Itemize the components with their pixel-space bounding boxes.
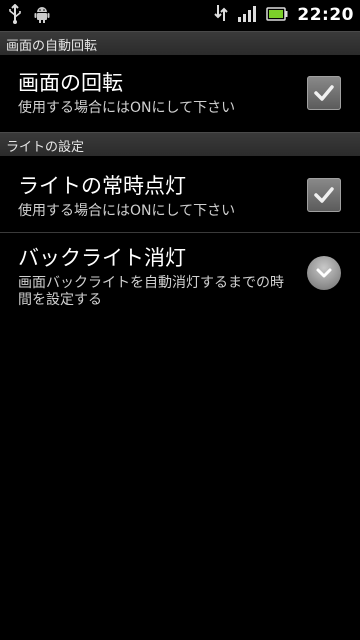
pref-item-backlight-off[interactable]: バックライト消灯 画面バックライトを自動消灯するまでの時間を設定する <box>0 233 360 323</box>
screen-rotation-checkbox[interactable] <box>307 76 341 110</box>
clock: 22:20 <box>297 5 354 25</box>
pref-item-screen-rotation[interactable]: 画面の回転 使用する場合にはONにして下さい <box>0 56 360 132</box>
chevron-down-icon <box>316 268 332 278</box>
pref-title: バックライト消灯 <box>18 246 186 270</box>
android-debug-icon <box>34 5 50 27</box>
status-bar: 22:20 <box>0 0 360 30</box>
battery-icon <box>266 6 288 25</box>
section-header-label: ライトの設定 <box>6 140 85 155</box>
section-header-auto-rotate: 画面の自動回転 <box>0 31 360 55</box>
section-header-label: 画面の自動回転 <box>6 39 98 54</box>
pref-summary: 使用する場合にはONにして下さい <box>18 100 236 116</box>
pref-title: ライトの常時点灯 <box>18 174 186 198</box>
pref-title: 画面の回転 <box>18 71 123 95</box>
backlight-off-dropdown[interactable] <box>307 256 341 290</box>
pref-item-always-on-light[interactable]: ライトの常時点灯 使用する場合にはONにして下さい <box>0 157 360 232</box>
always-on-light-checkbox[interactable] <box>307 178 341 212</box>
pref-summary: 使用する場合にはONにして下さい <box>18 203 236 219</box>
data-transfer-icon <box>214 3 229 27</box>
pref-summary: 画面バックライトを自動消灯するまでの時間を設定する <box>18 275 284 308</box>
section-header-light-settings: ライトの設定 <box>0 132 360 156</box>
checkmark-icon <box>314 187 334 203</box>
checkmark-icon <box>314 85 334 101</box>
signal-icon <box>237 4 257 26</box>
usb-icon <box>8 3 22 28</box>
